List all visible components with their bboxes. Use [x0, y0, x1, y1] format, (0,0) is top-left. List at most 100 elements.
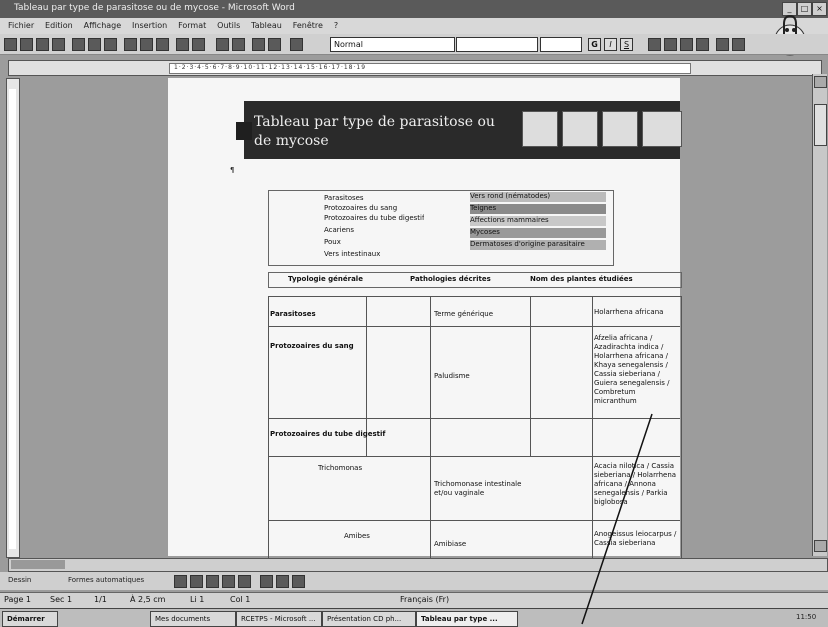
title-bar: Tableau par type de parasitose ou de myc…: [0, 0, 828, 18]
justify-icon[interactable]: [696, 38, 709, 51]
taskbar-item[interactable]: Présentation CD ph...: [322, 611, 416, 627]
align-right-icon[interactable]: [680, 38, 693, 51]
tables-icon[interactable]: [232, 38, 245, 51]
legend-item: Parasitoses: [324, 194, 364, 202]
menu-fichier[interactable]: Fichier: [8, 21, 34, 30]
header-banner: Tableau par type de parasitose ou de myc…: [232, 101, 682, 159]
plant-illustration-3: [602, 111, 638, 147]
vertical-ruler[interactable]: [6, 78, 20, 558]
underline-button[interactable]: S: [620, 38, 633, 51]
font-dropdown[interactable]: [456, 37, 538, 52]
table-row: Protozoaires du sang: [270, 342, 354, 350]
horizontal-scrollbar[interactable]: [8, 558, 828, 572]
column-header: Pathologies décrites: [410, 275, 491, 283]
table-cell: Holarrhena africana: [594, 308, 664, 316]
logo-icon: [236, 122, 252, 140]
font-size-dropdown[interactable]: [540, 37, 582, 52]
autoshapes-menu[interactable]: Formes automatiques: [68, 576, 144, 584]
copy-icon[interactable]: [140, 38, 153, 51]
menu-help[interactable]: ?: [334, 21, 338, 30]
clock: 11:50: [796, 613, 817, 621]
legend-item: Protozoaires du sang: [324, 204, 398, 212]
style-dropdown[interactable]: Normal: [330, 37, 455, 52]
vertical-scrollbar[interactable]: [812, 74, 827, 556]
status-page: Page 1: [4, 595, 31, 604]
para-mark: ¶: [230, 166, 235, 174]
menu-fenetre[interactable]: Fenêtre: [293, 21, 323, 30]
table-cell: Trichomonase intestinale et/ou vaginale: [434, 480, 522, 497]
scroll-down-button[interactable]: [814, 540, 827, 552]
scroll-up-button[interactable]: [814, 76, 827, 88]
paste-icon[interactable]: [156, 38, 169, 51]
oval-icon[interactable]: [222, 575, 235, 588]
legend-item: Vers rond (nématodes): [470, 192, 606, 202]
email-icon[interactable]: [52, 38, 65, 51]
menu-affichage[interactable]: Affichage: [84, 21, 122, 30]
font-color-icon[interactable]: [292, 575, 305, 588]
zoom-icon[interactable]: [268, 38, 281, 51]
plant-illustration-2: [562, 111, 598, 147]
header-title: Tableau par type de parasitose ou de myc…: [254, 114, 495, 149]
textbox-icon[interactable]: [238, 575, 251, 588]
menu-bar: Fichier Edition Affichage Insertion Form…: [0, 18, 828, 34]
legend-item: Acariens: [324, 226, 355, 234]
align-left-icon[interactable]: [648, 38, 661, 51]
status-column: Col 1: [230, 595, 251, 604]
line-color-icon[interactable]: [276, 575, 289, 588]
spelling-icon[interactable]: [104, 38, 117, 51]
rectangle-icon[interactable]: [206, 575, 219, 588]
taskbar: Démarrer Mes documents RCETPS - Microsof…: [0, 608, 828, 627]
legend-item: Dermatoses d'origine parasitaire: [470, 240, 606, 250]
taskbar-item[interactable]: RCETPS - Microsoft ...: [236, 611, 322, 627]
status-bar: Page 1 Sec 1 1/1 À 2,5 cm Li 1 Col 1 Fra…: [0, 592, 828, 608]
menu-edition[interactable]: Edition: [45, 21, 73, 30]
print-icon[interactable]: [72, 38, 85, 51]
menu-outils[interactable]: Outils: [217, 21, 240, 30]
taskbar-item-active[interactable]: Tableau par type ...: [416, 611, 518, 627]
status-pages: 1/1: [94, 595, 107, 604]
line-icon[interactable]: [174, 575, 187, 588]
redo-icon[interactable]: [192, 38, 205, 51]
legend-item: Mycoses: [470, 228, 606, 238]
save-icon[interactable]: [36, 38, 49, 51]
hyperlink-icon[interactable]: [216, 38, 229, 51]
numbering-icon[interactable]: [716, 38, 729, 51]
table-row: Parasitoses: [270, 310, 316, 318]
show-formatting-icon[interactable]: [252, 38, 265, 51]
status-section: Sec 1: [50, 595, 73, 604]
close-button[interactable]: ×: [812, 2, 827, 16]
new-icon[interactable]: [4, 38, 17, 51]
legend-item: Affections mammaires: [470, 216, 606, 226]
fill-color-icon[interactable]: [260, 575, 273, 588]
status-at: À 2,5 cm: [130, 595, 166, 604]
table-cell: Paludisme: [434, 372, 470, 380]
arrow-icon[interactable]: [190, 575, 203, 588]
table-row: Protozoaires du tube digestif: [270, 430, 386, 438]
legend-item: Poux: [324, 238, 341, 246]
menu-format[interactable]: Format: [178, 21, 206, 30]
help-icon[interactable]: [290, 38, 303, 51]
table-row: Amibes: [344, 532, 370, 540]
status-language: Français (Fr): [400, 595, 450, 604]
bold-button[interactable]: G: [588, 38, 601, 51]
horizontal-ruler[interactable]: 1·2·3·4·5·6·7·8·9·10·11·12·13·14·15·16·1…: [8, 60, 822, 76]
cut-icon[interactable]: [124, 38, 137, 51]
start-button[interactable]: Démarrer: [2, 611, 58, 627]
undo-icon[interactable]: [176, 38, 189, 51]
italic-button[interactable]: I: [604, 38, 617, 51]
print-preview-icon[interactable]: [88, 38, 101, 51]
open-icon[interactable]: [20, 38, 33, 51]
draw-menu[interactable]: Dessin: [8, 576, 31, 584]
menu-tableau[interactable]: Tableau: [251, 21, 282, 30]
taskbar-item[interactable]: Mes documents: [150, 611, 236, 627]
align-center-icon[interactable]: [664, 38, 677, 51]
table-cell: Amibiase: [434, 540, 467, 548]
column-header: Nom des plantes étudiées: [530, 275, 633, 283]
plant-illustration-4: [642, 111, 682, 147]
table-cell: Afzelia africana / Azadirachta indica / …: [594, 334, 670, 405]
scroll-thumb[interactable]: [814, 104, 827, 146]
bullets-icon[interactable]: [732, 38, 745, 51]
view-buttons[interactable]: [11, 560, 65, 569]
table-cell: Terme générique: [434, 310, 494, 318]
menu-insertion[interactable]: Insertion: [132, 21, 167, 30]
